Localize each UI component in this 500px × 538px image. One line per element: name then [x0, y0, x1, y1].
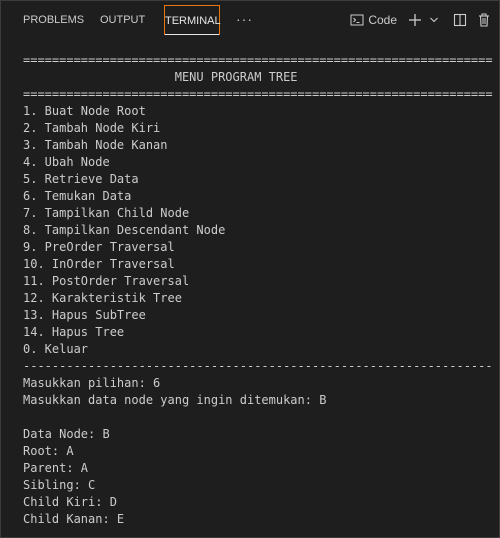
terminal-line: 8. Tampilkan Descendant Node	[23, 223, 226, 237]
split-terminal-button[interactable]	[453, 9, 467, 31]
more-actions-button[interactable]: ···	[236, 5, 253, 35]
terminal-line: Parent: A	[23, 461, 89, 475]
terminal-panel: PROBLEMS OUTPUT TERMINAL ··· Code ======…	[0, 0, 500, 538]
terminal-output[interactable]: ========================================…	[23, 52, 493, 532]
terminal-line: 6. Temukan Data	[23, 189, 132, 203]
terminal-line: 1. Buat Node Root	[23, 104, 146, 118]
terminal-dropdown-button[interactable]	[429, 9, 439, 31]
terminal-line: 14. Hapus Tree	[23, 325, 125, 339]
terminal-line: 11. PostOrder Traversal	[23, 274, 190, 288]
terminal-line: Data Node: B	[23, 427, 110, 441]
terminal-line: 7. Tampilkan Child Node	[23, 206, 190, 220]
shell-label: Code	[368, 13, 397, 27]
terminal-line: 4. Ubah Node	[23, 155, 110, 169]
plus-icon	[409, 14, 421, 26]
terminal-line: 12. Karakteristik Tree	[23, 291, 182, 305]
tab-problems[interactable]: PROBLEMS	[23, 5, 84, 35]
tab-terminal[interactable]: TERMINAL	[164, 5, 221, 35]
terminal-line: 0. Keluar	[23, 342, 89, 356]
terminal-line: MENU PROGRAM TREE	[23, 70, 298, 84]
terminal-line: 5. Retrieve Data	[23, 172, 139, 186]
terminal-toolbar: Code	[350, 5, 491, 35]
terminal-line: ----------------------------------------…	[23, 359, 493, 373]
chevron-down-icon	[430, 17, 438, 23]
panel-tab-bar: PROBLEMS OUTPUT TERMINAL ··· Code	[1, 1, 499, 41]
terminal-line: 3. Tambah Node Kanan	[23, 138, 168, 152]
terminal-line: ========================================…	[23, 87, 493, 101]
terminal-line: 10. InOrder Traversal	[23, 257, 175, 271]
terminal-line: 9. PreOrder Traversal	[23, 240, 175, 254]
terminal-line: Child Kanan: E	[23, 512, 125, 526]
terminal-line: 2. Tambah Node Kiri	[23, 121, 161, 135]
terminal-line: Masukkan pilihan: 6	[23, 376, 161, 390]
tab-output[interactable]: OUTPUT	[100, 5, 145, 35]
terminal-line: 13. Hapus SubTree	[23, 308, 146, 322]
kill-terminal-button[interactable]	[477, 9, 491, 31]
new-terminal-button[interactable]	[407, 9, 423, 31]
terminal-line: Child Kiri: D	[23, 495, 117, 509]
terminal-line: Root: A	[23, 444, 74, 458]
split-terminal-icon	[453, 13, 467, 27]
terminal-shell-icon	[350, 14, 364, 26]
terminal-line: Sibling: C	[23, 478, 96, 492]
terminal-line: ========================================…	[23, 53, 493, 67]
shell-selector-button[interactable]: Code	[350, 9, 401, 31]
trash-icon	[479, 13, 489, 27]
terminal-line: Masukkan data node yang ingin ditemukan:…	[23, 393, 327, 407]
